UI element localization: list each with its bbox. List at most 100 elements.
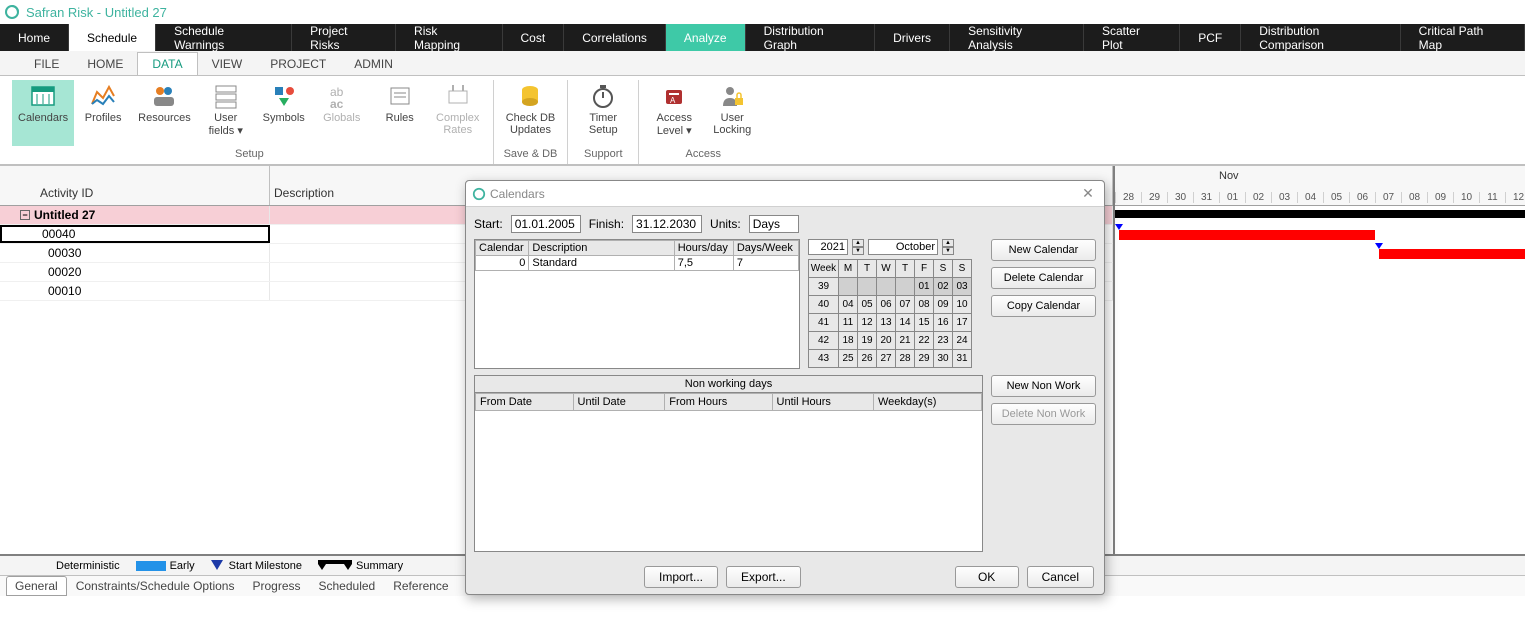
- minical-day[interactable]: 17: [953, 314, 972, 332]
- minical-day[interactable]: 27: [877, 350, 896, 368]
- tab-schedule-warnings[interactable]: Schedule Warnings: [156, 24, 292, 51]
- calendar-row[interactable]: 0 Standard 7,5 7: [476, 256, 799, 271]
- minical-day[interactable]: 04: [839, 296, 858, 314]
- new-calendar-button[interactable]: New Calendar: [991, 239, 1096, 261]
- tab-correlations[interactable]: Correlations: [564, 24, 666, 51]
- minical-day[interactable]: 21: [896, 332, 915, 350]
- tab-sensitivity-analysis[interactable]: Sensitivity Analysis: [950, 24, 1084, 51]
- minical-day[interactable]: 14: [896, 314, 915, 332]
- month-spinner[interactable]: ▲▼: [942, 239, 954, 255]
- cal-col-calendar[interactable]: Calendar: [476, 241, 529, 256]
- minical-day[interactable]: 19: [858, 332, 877, 350]
- nonwork-col[interactable]: From Hours: [665, 394, 772, 411]
- tab-analyze[interactable]: Analyze: [666, 24, 746, 51]
- units-input[interactable]: [749, 215, 799, 233]
- cancel-button[interactable]: Cancel: [1027, 566, 1094, 588]
- nonwork-col[interactable]: Weekday(s): [873, 394, 981, 411]
- tab-project-risks[interactable]: Project Risks: [292, 24, 396, 51]
- tab-pcf[interactable]: PCF: [1180, 24, 1241, 51]
- minical-day[interactable]: 28: [896, 350, 915, 368]
- minical-day[interactable]: 16: [934, 314, 953, 332]
- gantt-chart[interactable]: Nov 28293031010203040506070809101112: [1113, 166, 1525, 554]
- tab-distribution-graph[interactable]: Distribution Graph: [746, 24, 875, 51]
- close-icon[interactable]: ✕: [1078, 185, 1098, 202]
- import-button[interactable]: Import...: [644, 566, 718, 588]
- bottom-tab-progress[interactable]: Progress: [243, 576, 309, 596]
- bottom-tab-general[interactable]: General: [6, 576, 67, 596]
- calendar-list[interactable]: Calendar Description Hours/day Days/Week…: [474, 239, 800, 369]
- gantt-bar-00030[interactable]: [1379, 249, 1525, 259]
- minical-day[interactable]: 30: [934, 350, 953, 368]
- ribbon-checkdb[interactable]: Check DB Updates: [500, 80, 562, 146]
- minical-day[interactable]: [877, 278, 896, 296]
- tab-risk-mapping[interactable]: Risk Mapping: [396, 24, 502, 51]
- cal-col-daysweek[interactable]: Days/Week: [733, 241, 798, 256]
- minical-day[interactable]: 01: [915, 278, 934, 296]
- bottom-tab-scheduled[interactable]: Scheduled: [310, 576, 385, 596]
- tab-schedule[interactable]: Schedule: [69, 24, 156, 51]
- delete-nonwork-button[interactable]: Delete Non Work: [991, 403, 1096, 425]
- dialog-titlebar[interactable]: Calendars ✕: [466, 181, 1104, 207]
- minical-day[interactable]: 23: [934, 332, 953, 350]
- minical-day[interactable]: 31: [953, 350, 972, 368]
- activity-id-cell[interactable]: 00040: [0, 225, 270, 243]
- nonwork-col[interactable]: From Date: [476, 394, 574, 411]
- activity-id-cell[interactable]: 00010: [0, 282, 270, 300]
- minical-day[interactable]: [858, 278, 877, 296]
- activity-id-cell[interactable]: 00020: [0, 263, 270, 281]
- tab-cost[interactable]: Cost: [503, 24, 565, 51]
- nonwork-col[interactable]: Until Hours: [772, 394, 873, 411]
- ribbon-symbols[interactable]: Symbols: [255, 80, 313, 146]
- ribbon-timer[interactable]: Timer Setup: [574, 80, 632, 146]
- tab-home[interactable]: Home: [0, 24, 69, 51]
- tab-critical-path-map[interactable]: Critical Path Map: [1401, 24, 1525, 51]
- minical-day[interactable]: [896, 278, 915, 296]
- ribbon-profiles[interactable]: Profiles: [74, 80, 132, 146]
- delete-calendar-button[interactable]: Delete Calendar: [991, 267, 1096, 289]
- activity-id-cell[interactable]: 00030: [0, 244, 270, 262]
- ribbon-rules[interactable]: Rules: [371, 80, 429, 146]
- cal-col-description[interactable]: Description: [529, 241, 674, 256]
- ribbon-accesslevel[interactable]: AAccess Level ▾: [645, 80, 703, 146]
- mini-calendar-grid[interactable]: WeekMTWTFSS39010203400405060708091041111…: [808, 259, 972, 368]
- start-input[interactable]: [511, 215, 581, 233]
- col-activity-id[interactable]: Activity ID: [0, 166, 270, 205]
- ribbon-calendars[interactable]: Calendars: [12, 80, 74, 146]
- copy-calendar-button[interactable]: Copy Calendar: [991, 295, 1096, 317]
- minical-day[interactable]: 15: [915, 314, 934, 332]
- minical-day[interactable]: 22: [915, 332, 934, 350]
- tab-drivers[interactable]: Drivers: [875, 24, 950, 51]
- ribbon-tab-admin[interactable]: ADMIN: [340, 53, 407, 75]
- minical-day[interactable]: 06: [877, 296, 896, 314]
- minical-day[interactable]: 29: [915, 350, 934, 368]
- minical-day[interactable]: 12: [858, 314, 877, 332]
- ribbon-tab-view[interactable]: VIEW: [198, 53, 257, 75]
- activity-id-cell[interactable]: −Untitled 27: [0, 206, 270, 224]
- bottom-tab-constraints-schedule-options[interactable]: Constraints/Schedule Options: [67, 576, 244, 596]
- minical-day[interactable]: 03: [953, 278, 972, 296]
- new-nonwork-button[interactable]: New Non Work: [991, 375, 1096, 397]
- minical-day[interactable]: 20: [877, 332, 896, 350]
- minical-day[interactable]: 02: [934, 278, 953, 296]
- ribbon-resources[interactable]: Resources: [132, 80, 197, 146]
- ribbon-userfields[interactable]: User fields ▾: [197, 80, 255, 146]
- tab-distribution-comparison[interactable]: Distribution Comparison: [1241, 24, 1400, 51]
- minical-day[interactable]: 24: [953, 332, 972, 350]
- gantt-bar-00040[interactable]: [1119, 230, 1375, 240]
- minical-day[interactable]: 11: [839, 314, 858, 332]
- minical-day[interactable]: 26: [858, 350, 877, 368]
- nonwork-col[interactable]: Until Date: [573, 394, 665, 411]
- year-spinner[interactable]: ▲▼: [852, 239, 864, 255]
- ribbon-tab-project[interactable]: PROJECT: [256, 53, 340, 75]
- minical-day[interactable]: [839, 278, 858, 296]
- export-button[interactable]: Export...: [726, 566, 801, 588]
- minical-day[interactable]: 25: [839, 350, 858, 368]
- minical-day[interactable]: 13: [877, 314, 896, 332]
- minical-day[interactable]: 18: [839, 332, 858, 350]
- cal-col-hoursday[interactable]: Hours/day: [674, 241, 733, 256]
- ribbon-tab-file[interactable]: FILE: [20, 53, 73, 75]
- minical-day[interactable]: 08: [915, 296, 934, 314]
- ribbon-tab-data[interactable]: DATA: [137, 52, 197, 75]
- ribbon-tab-home[interactable]: HOME: [73, 53, 137, 75]
- minical-day[interactable]: 09: [934, 296, 953, 314]
